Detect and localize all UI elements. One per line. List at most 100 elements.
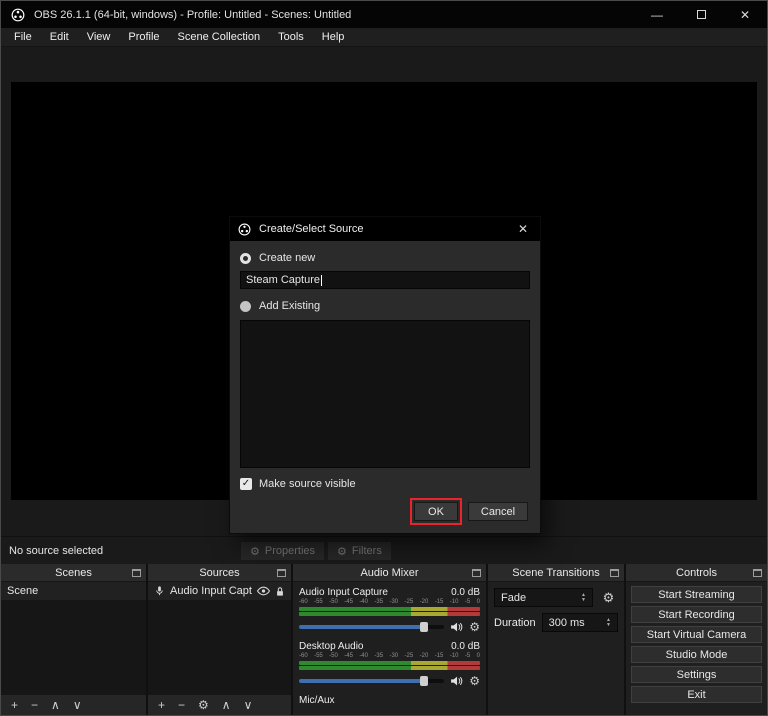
scenes-list[interactable]: Scene: [1, 582, 146, 694]
source-name-input[interactable]: Steam Capture: [240, 271, 530, 289]
spinbox-arrows-icon[interactable]: ▲ ▼: [606, 618, 611, 628]
volume-slider-handle[interactable]: [420, 676, 428, 686]
source-down-button[interactable]: ∨: [244, 698, 253, 712]
menu-bar: File Edit View Profile Scene Collection …: [1, 28, 767, 47]
add-source-button[interactable]: +: [158, 698, 165, 712]
speaker-icon[interactable]: [450, 675, 463, 687]
make-visible-label: Make source visible: [259, 478, 356, 490]
visibility-eye-icon[interactable]: [257, 586, 270, 596]
level-meter: [299, 661, 480, 665]
ok-button[interactable]: OK: [414, 502, 458, 521]
menu-profile[interactable]: Profile: [119, 28, 168, 47]
start-recording-button[interactable]: Start Recording: [631, 606, 762, 623]
sources-dock-header[interactable]: Sources: [148, 564, 291, 582]
dock-popout-icon[interactable]: [132, 569, 141, 577]
filter-gear-icon: ⚙: [337, 545, 347, 558]
duration-spinbox[interactable]: 300 ms ▲ ▼: [542, 613, 618, 632]
create-new-radio-row[interactable]: Create new: [240, 249, 530, 267]
source-list-item[interactable]: Audio Input Captu...: [148, 582, 291, 600]
sources-list[interactable]: Audio Input Captu...: [148, 582, 291, 694]
speaker-icon[interactable]: [450, 621, 463, 633]
mixer-dock-header[interactable]: Audio Mixer: [293, 564, 486, 582]
radio-selected-icon[interactable]: [240, 253, 251, 264]
source-action-buttons: ⚙ Properties ⚙ Filters: [241, 542, 391, 560]
menu-help[interactable]: Help: [313, 28, 354, 47]
checkbox-checked-icon[interactable]: ✓: [240, 478, 252, 490]
gear-icon: ⚙: [603, 590, 615, 606]
source-properties-gear-button[interactable]: ⚙: [198, 698, 209, 712]
mixer-title: Audio Mixer: [360, 567, 418, 579]
scenes-body: Scene + − ∧ ∨: [1, 582, 146, 715]
filters-button[interactable]: ⚙ Filters: [328, 542, 391, 560]
menu-view[interactable]: View: [78, 28, 120, 47]
obs-window: OBS 26.1.1 (64-bit, windows) - Profile: …: [0, 0, 768, 716]
transition-select[interactable]: Fade ▲ ▼: [494, 588, 593, 607]
add-existing-label: Add Existing: [259, 300, 320, 312]
mixer-channel: Mic/Aux: [299, 694, 480, 706]
dock-popout-icon[interactable]: [277, 569, 286, 577]
settings-button[interactable]: Settings: [631, 666, 762, 683]
start-virtual-camera-button[interactable]: Start Virtual Camera: [631, 626, 762, 643]
add-existing-radio-row[interactable]: Add Existing: [240, 297, 530, 315]
dialog-title-bar: Create/Select Source ✕: [230, 217, 540, 241]
studio-mode-button[interactable]: Studio Mode: [631, 646, 762, 663]
status-message: No source selected: [9, 545, 103, 557]
exit-button[interactable]: Exit: [631, 686, 762, 703]
dock-popout-icon[interactable]: [753, 569, 762, 577]
transitions-body: Fade ▲ ▼ ⚙ Duration 300 ms: [488, 582, 624, 715]
controls-dock-header[interactable]: Controls: [626, 564, 767, 582]
remove-source-button[interactable]: −: [178, 698, 185, 712]
make-visible-row[interactable]: ✓ Make source visible: [240, 478, 530, 490]
menu-tools[interactable]: Tools: [269, 28, 313, 47]
close-icon: ✕: [518, 222, 528, 236]
dock-area: Scenes Scene + − ∧ ∨ Sources: [1, 564, 767, 715]
status-bar: No source selected ⚙ Properties ⚙ Filter…: [1, 536, 767, 564]
menu-scene-collection[interactable]: Scene Collection: [169, 28, 270, 47]
level-meter: [299, 666, 480, 670]
combo-arrows-icon[interactable]: ▲ ▼: [581, 593, 586, 603]
volume-slider[interactable]: [299, 625, 444, 629]
obs-logo-icon: [238, 223, 251, 236]
dock-popout-icon[interactable]: [610, 569, 619, 577]
remove-scene-button[interactable]: −: [31, 698, 38, 712]
minimize-button[interactable]: —: [635, 1, 679, 28]
properties-button[interactable]: ⚙ Properties: [241, 542, 324, 560]
sources-dock: Sources Audio Input Captu...: [148, 564, 291, 715]
dock-popout-icon[interactable]: [472, 569, 481, 577]
maximize-button[interactable]: [679, 1, 723, 28]
transitions-dock-header[interactable]: Scene Transitions: [488, 564, 624, 582]
existing-sources-list[interactable]: [240, 320, 530, 468]
channel-name: Audio Input Capture: [299, 587, 388, 598]
menu-edit[interactable]: Edit: [41, 28, 78, 47]
sources-body: Audio Input Captu... + − ⚙: [148, 582, 291, 715]
filters-label: Filters: [352, 545, 382, 557]
volume-slider[interactable]: [299, 679, 444, 683]
dialog-close-button[interactable]: ✕: [514, 222, 532, 236]
source-up-button[interactable]: ∧: [222, 698, 231, 712]
dialog-buttons: OK Cancel: [240, 502, 530, 521]
create-new-label: Create new: [259, 252, 315, 264]
obs-logo-icon: [11, 8, 25, 22]
channel-level: 0.0 dB: [451, 587, 480, 598]
scene-up-button[interactable]: ∧: [51, 698, 60, 712]
transition-value: Fade: [501, 592, 526, 604]
controls-dock: Controls Start Streaming Start Recording…: [626, 564, 767, 715]
radio-unselected-icon[interactable]: [240, 301, 251, 312]
dialog-body: Create new Steam Capture Add Existing ✓ …: [230, 241, 540, 533]
db-scale: -60-55-50-45-40-35-30-25-20-15-10-50: [299, 653, 480, 660]
volume-slider-handle[interactable]: [420, 622, 428, 632]
start-streaming-button[interactable]: Start Streaming: [631, 586, 762, 603]
scene-down-button[interactable]: ∨: [73, 698, 82, 712]
scene-list-item[interactable]: Scene: [1, 582, 146, 600]
mixer-body: Audio Input Capture 0.0 dB -60-55-50-45-…: [293, 582, 486, 715]
cancel-button[interactable]: Cancel: [468, 502, 528, 521]
channel-gear-icon[interactable]: ⚙: [469, 621, 480, 633]
close-button[interactable]: ✕: [723, 1, 767, 28]
transition-gear-button[interactable]: ⚙: [599, 588, 618, 607]
menu-file[interactable]: File: [5, 28, 41, 47]
lock-icon[interactable]: [275, 586, 285, 597]
scenes-dock-header[interactable]: Scenes: [1, 564, 146, 582]
source-name-value: Steam Capture: [246, 274, 320, 286]
channel-gear-icon[interactable]: ⚙: [469, 675, 480, 687]
add-scene-button[interactable]: +: [11, 698, 18, 712]
